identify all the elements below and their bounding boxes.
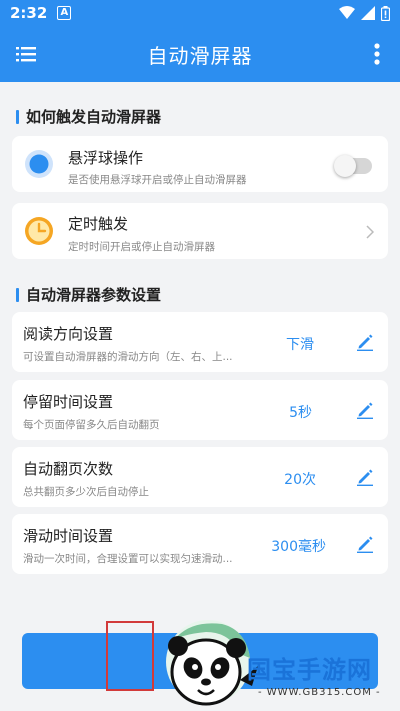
watermark-brand: 国宝手游网 [247,656,372,684]
watermark-url: - WWW.GB315.COM - [258,687,381,698]
floating-ball-description: 是否使用悬浮球开启或停止自动滑屏器 [68,174,247,186]
swipe-duration-description: 滑动一次时间，合理设置可以实现匀速滑动... [23,553,233,565]
timer-trigger-description: 定时时间开启或停止自动滑屏器 [68,241,215,253]
stay-time-setting[interactable]: 停留时间设置 每个页面停留多久后自动翻页 5秒 [12,380,388,440]
notification-badge-icon: A [57,6,72,20]
reading-direction-description: 可设置自动滑屏器的滑动方向（左、右、上... [23,351,233,363]
section-title-trigger: 如何触发自动滑屏器 [16,106,161,127]
reading-direction-value: 下滑 [286,337,314,353]
page-turn-count-label: 自动翻页次数 [23,460,114,478]
edit-pencil-icon[interactable] [356,468,374,486]
section-accent-bar [16,109,19,124]
edit-pencil-icon[interactable] [356,535,374,553]
stay-time-description: 每个页面停留多久后自动翻页 [23,419,160,431]
swipe-duration-label: 滑动时间设置 [23,527,114,545]
floating-ball-setting[interactable]: 悬浮球操作 是否使用悬浮球开启或停止自动滑屏器 [12,136,388,192]
swipe-duration-setting[interactable]: 滑动时间设置 滑动一次时间，合理设置可以实现匀速滑动... 300毫秒 [12,514,388,574]
chevron-right-icon [366,225,374,239]
page-turn-count-description: 总共翻页多少次后自动停止 [23,486,149,498]
app-bar: 自动滑屏器 [0,26,400,82]
clock-icon [25,217,53,245]
more-vertical-icon[interactable] [374,43,380,65]
floating-ball-toggle[interactable] [334,155,372,177]
page-title: 自动滑屏器 [147,43,253,68]
hamburger-menu-icon[interactable] [16,44,36,64]
signal-icon [361,6,375,20]
reading-direction-label: 阅读方向设置 [23,325,114,343]
toggle-knob [334,155,356,177]
timer-trigger-label: 定时触发 [68,215,129,233]
page-turn-count-value: 20次 [284,472,316,488]
edit-pencil-icon[interactable] [356,401,374,419]
reading-direction-setting[interactable]: 阅读方向设置 可设置自动滑屏器的滑动方向（左、右、上... 下滑 [12,312,388,372]
section-title-text: 自动滑屏器参数设置 [26,286,162,304]
status-bar: 2:32 A [0,0,400,26]
swipe-duration-value: 300毫秒 [271,539,326,555]
floating-ball-icon [25,150,53,178]
highlight-box [106,621,154,691]
edit-pencil-icon[interactable] [356,333,374,351]
timer-trigger-setting[interactable]: 定时触发 定时时间开启或停止自动滑屏器 [12,203,388,259]
section-title-params: 自动滑屏器参数设置 [16,284,161,305]
page-turn-count-setting[interactable]: 自动翻页次数 总共翻页多少次后自动停止 20次 [12,447,388,507]
section-title-text: 如何触发自动滑屏器 [26,108,162,126]
stay-time-label: 停留时间设置 [23,393,114,411]
status-time: 2:32 [10,4,48,22]
section-accent-bar [16,287,19,302]
wifi-icon [339,6,355,19]
battery-icon [381,5,390,21]
floating-ball-label: 悬浮球操作 [68,149,144,167]
stay-time-value: 5秒 [289,405,312,421]
status-icons [339,5,390,21]
